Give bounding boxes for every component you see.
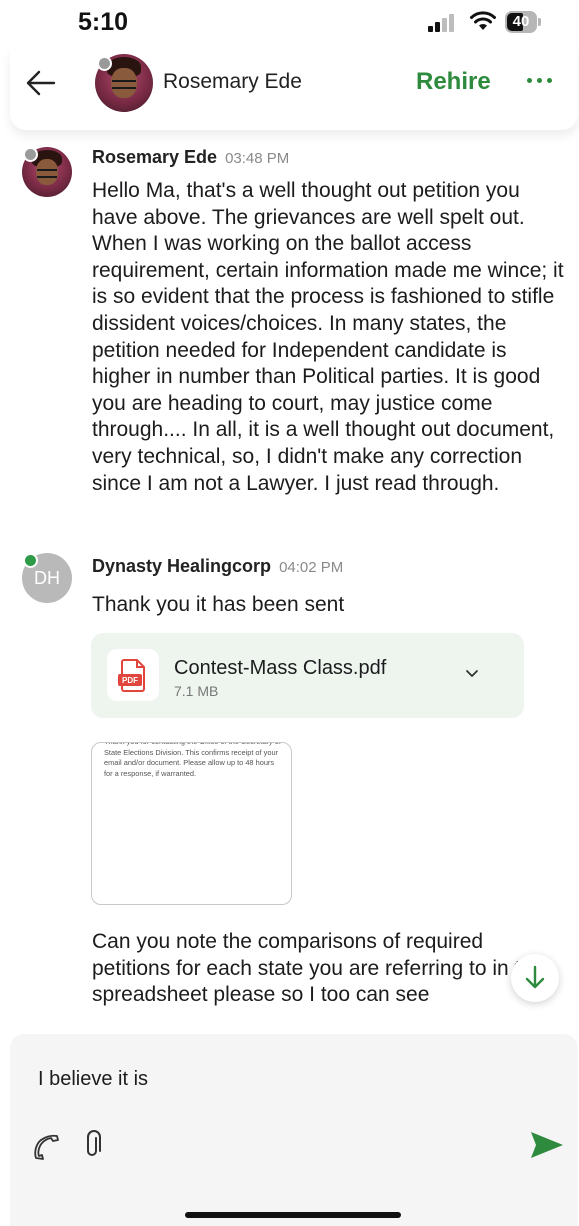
sender-avatar[interactable]: DH — [22, 553, 72, 603]
message-sender: Dynasty Healingcorp 04:02 PM — [92, 556, 343, 577]
back-arrow-icon[interactable] — [24, 66, 58, 100]
pdf-file-icon: PDF — [107, 649, 159, 701]
message-sender: Rosemary Ede 03:48 PM — [92, 147, 289, 168]
status-bar: 5:10 40 — [0, 0, 579, 48]
contact-avatar[interactable] — [95, 54, 153, 112]
sender-avatar[interactable] — [22, 147, 72, 197]
wifi-icon — [470, 10, 496, 32]
home-indicator — [185, 1212, 401, 1218]
image-text: Thank you for contacting the Office of t… — [104, 743, 281, 778]
chat-header: Rosemary Ede Rehire — [10, 48, 578, 130]
message-composer — [10, 1034, 578, 1226]
phone-icon[interactable] — [30, 1130, 62, 1162]
online-indicator — [23, 553, 38, 568]
offline-indicator — [23, 147, 38, 162]
scroll-down-button[interactable] — [511, 954, 559, 1002]
paperclip-icon[interactable] — [80, 1129, 104, 1161]
offline-indicator — [97, 56, 112, 71]
image-attachment[interactable]: Thank you for contacting the Office of t… — [91, 742, 292, 905]
contact-name[interactable]: Rosemary Ede — [163, 70, 302, 94]
battery-icon: 40 — [505, 11, 541, 33]
message-text: Can you note the comparisons of required… — [92, 930, 544, 1007]
more-options-icon[interactable] — [525, 78, 555, 88]
sender-name: Dynasty Healingcorp — [92, 556, 272, 576]
file-name: Contest-Mass Class.pdf — [174, 657, 387, 679]
file-attachment[interactable]: PDF Contest-Mass Class.pdf 7.1 MB — [91, 633, 524, 718]
pdf-label: PDF — [122, 676, 138, 685]
battery-level: 40 — [512, 13, 530, 30]
message-input[interactable] — [38, 1068, 518, 1091]
arrow-down-icon — [525, 965, 545, 989]
rehire-button[interactable]: Rehire — [416, 68, 491, 96]
file-size: 7.1 MB — [174, 683, 219, 699]
status-time: 5:10 — [78, 8, 129, 36]
signal-icon — [428, 14, 456, 32]
message-text: Thank you it has been sent — [92, 593, 345, 616]
send-icon[interactable] — [529, 1130, 565, 1160]
message-time: 03:48 PM — [225, 150, 290, 167]
sender-name: Rosemary Ede — [92, 147, 218, 167]
message-time: 04:02 PM — [279, 559, 344, 576]
chevron-down-icon[interactable] — [464, 667, 480, 679]
message-text: Hello Ma, that's a well thought out peti… — [92, 179, 564, 495]
